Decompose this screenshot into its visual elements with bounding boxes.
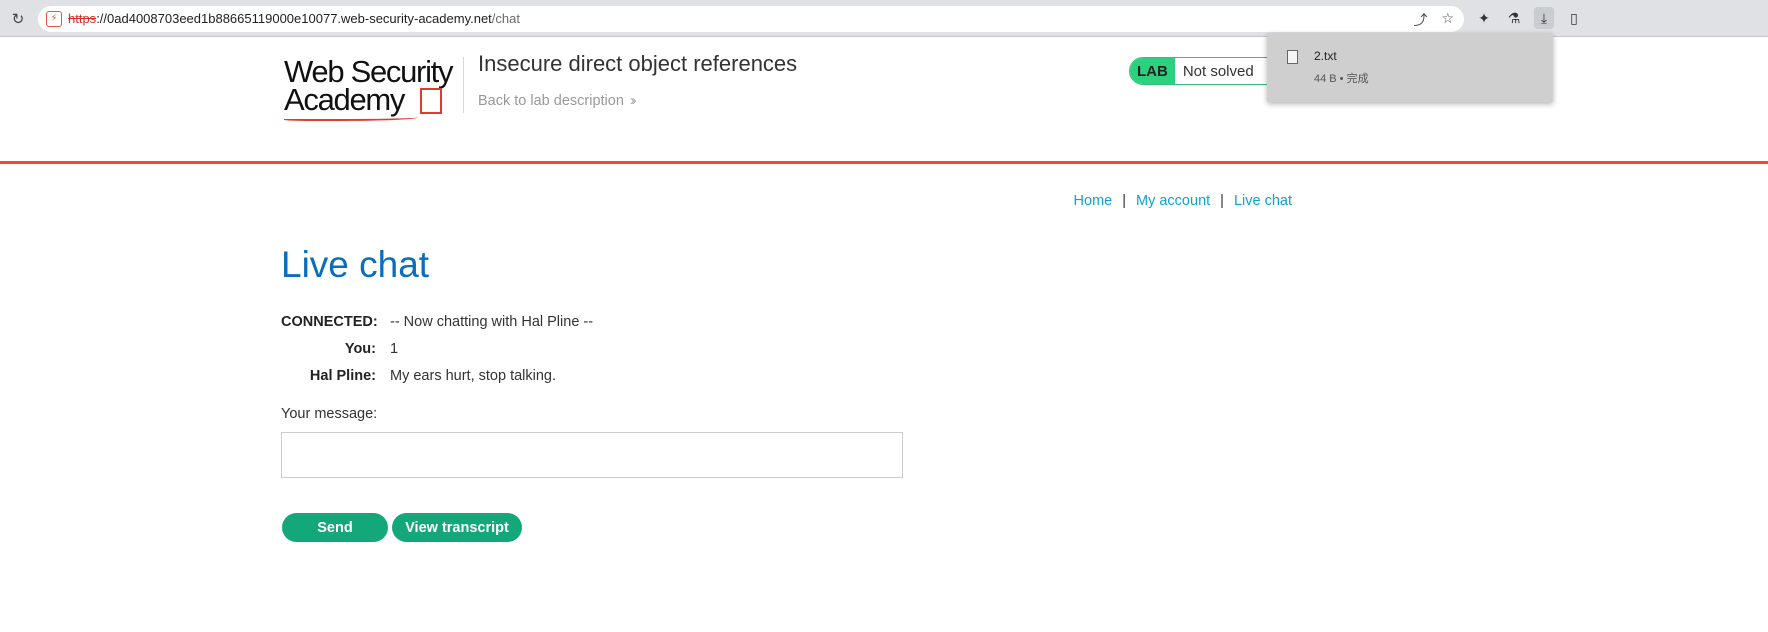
double-chevron-right-icon: ›› — [629, 93, 636, 109]
lab-badge: LAB — [1130, 58, 1175, 84]
chat-log: CONNECTED: -- Now chatting with Hal Plin… — [281, 308, 593, 389]
web-security-academy-logo[interactable]: Web Security Academy — [284, 55, 462, 123]
message-textarea[interactable] — [281, 432, 903, 478]
lab-title: Insecure direct object references — [478, 51, 798, 76]
back-to-lab-description-link[interactable]: Back to lab description ›› — [478, 93, 636, 109]
chat-text: My ears hurt, stop talking. — [390, 367, 557, 384]
reload-icon[interactable]: ↻ — [7, 8, 29, 30]
nav-home-link[interactable]: Home — [1074, 193, 1113, 209]
nav-separator: | — [1122, 193, 1127, 209]
url-path: /chat — [491, 11, 520, 26]
logo-line-2: Academy — [284, 82, 405, 117]
share-icon[interactable]: ⤴ — [1413, 10, 1427, 30]
url-text[interactable]: https://0ad4008703eed1b88665119000e10077… — [68, 11, 520, 26]
chat-message: CONNECTED: -- Now chatting with Hal Plin… — [281, 308, 593, 335]
chat-message: Hal Pline: My ears hurt, stop talking. — [281, 362, 593, 389]
labs-flask-icon[interactable]: ⚗ — [1504, 7, 1524, 29]
nav-separator: | — [1220, 193, 1224, 209]
side-panel-icon[interactable]: ▯ — [1564, 7, 1584, 29]
message-label: Your message: — [281, 406, 378, 422]
url-scheme: https — [68, 11, 97, 26]
bookmark-star-icon[interactable]: ☆ — [1441, 10, 1454, 30]
send-button[interactable]: Send — [282, 513, 388, 542]
site-favicon-icon: ⚡ — [46, 11, 62, 27]
back-link-label: Back to lab description — [478, 93, 624, 109]
nav-live-chat-link[interactable]: Live chat — [1234, 193, 1292, 209]
chat-message: You: 1 — [281, 335, 593, 362]
chat-sender: CONNECTED: — [281, 313, 378, 330]
address-bar[interactable]: ⚡ https://0ad4008703eed1b88665119000e100… — [38, 6, 1464, 32]
download-icon[interactable]: ⤓ — [1534, 7, 1554, 29]
logo-bolt-icon — [420, 88, 442, 114]
chat-sender: You: — [344, 340, 376, 357]
logo-swoosh — [284, 115, 418, 121]
page-title: Live chat — [281, 244, 430, 285]
nav-my-account-link[interactable]: My account — [1136, 193, 1210, 209]
download-file-meta: 44 B • 完成 — [1314, 73, 1369, 85]
header-divider — [463, 57, 464, 113]
chat-text: -- Now chatting with Hal Pline -- — [390, 313, 594, 330]
download-bubble[interactable]: 2.txt 44 B • 完成 — [1267, 33, 1553, 102]
top-nav: Home | My account | Live chat — [1074, 193, 1292, 209]
chat-sender: Hal Pline: — [309, 367, 376, 384]
url-host: ://0ad4008703eed1b88665119000e10077.web-… — [96, 11, 492, 26]
browser-toolbar: ↻ ⚡ https://0ad4008703eed1b88665119000e1… — [0, 0, 1768, 37]
chat-text: 1 — [390, 340, 399, 357]
file-icon — [1287, 50, 1298, 64]
view-transcript-button[interactable]: View transcript — [392, 513, 522, 542]
download-file-name[interactable]: 2.txt — [1314, 49, 1337, 63]
extensions-puzzle-icon[interactable]: ✦ — [1474, 7, 1494, 29]
